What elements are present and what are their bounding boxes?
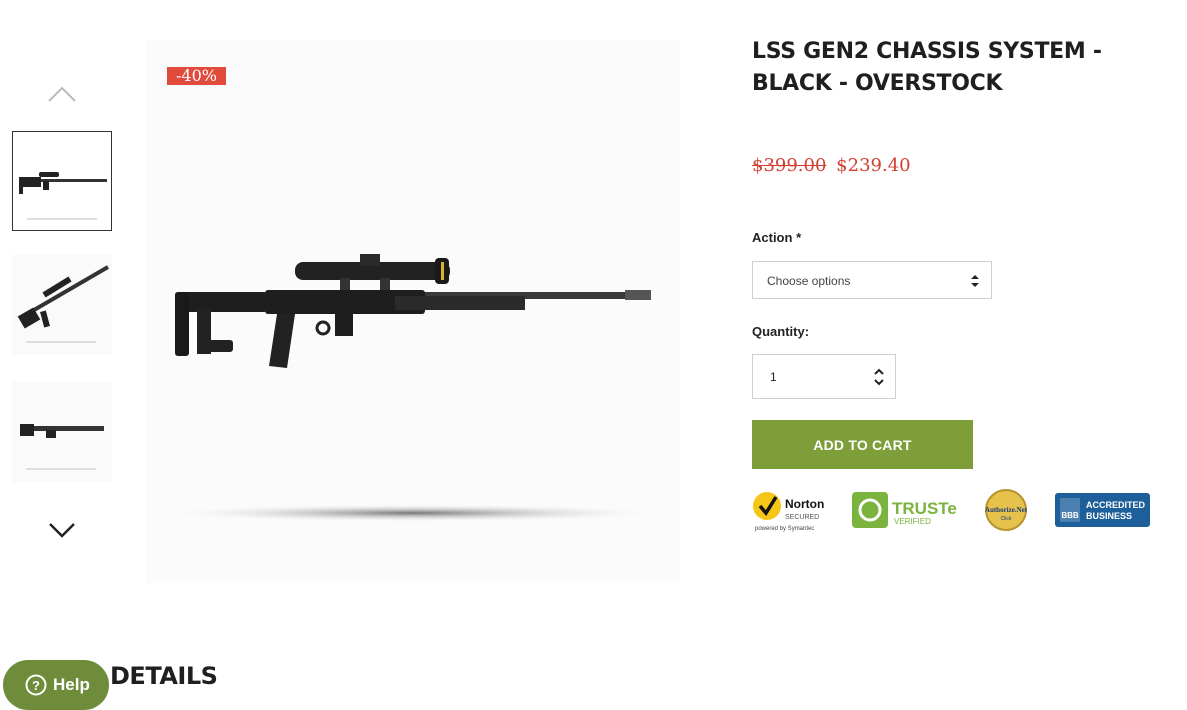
help-button[interactable]: ? Help [3,660,109,710]
select-arrows-icon [971,275,979,287]
bbb-accredited-badge[interactable]: BBB ACCREDITED BUSINESS [1055,488,1150,532]
action-select[interactable]: Choose options [752,261,992,299]
truste-verified-badge[interactable]: TRUSTe VERIFIED [852,488,958,532]
decrement-icon[interactable] [873,378,885,386]
chevron-down-icon [49,523,75,538]
svg-text:BBB: BBB [1061,511,1079,520]
action-label-text: Action [752,230,793,245]
product-title: LSS GEN2 CHASSIS SYSTEM - BLACK - OVERST… [752,39,1102,96]
quantity-label: Quantity: [752,324,810,339]
add-to-cart-button[interactable]: ADD TO CART [752,420,973,469]
rifle-angled-thumbnail-image [17,265,110,343]
question-circle-icon: ? [25,674,47,696]
required-marker: * [796,230,802,245]
sale-badge: -40% [167,67,226,85]
details-heading: DETAILS [110,662,218,690]
original-price: $399.00 [752,155,827,176]
svg-text:Norton: Norton [785,497,824,511]
norton-secured-badge[interactable]: Norton SECURED powered by Symantec [752,488,832,532]
increment-icon[interactable] [873,368,885,376]
svg-text:VERIFIED: VERIFIED [894,517,931,526]
svg-text:Click: Click [1001,516,1012,522]
svg-text:powered by Symantec: powered by Symantec [755,526,814,532]
main-product-image[interactable] [145,40,680,583]
svg-text:?: ? [32,678,40,693]
svg-text:ACCREDITED: ACCREDITED [1086,500,1146,510]
thumbnail-next-button[interactable] [46,520,78,540]
action-select-value: Choose options [767,274,851,288]
quantity-stepper[interactable]: 1 [752,354,896,399]
authorize-net-seal[interactable]: Authorize.Net Click [982,488,1030,532]
chevron-up-icon [48,86,76,102]
rifle-thumbnail-image [19,172,107,220]
svg-text:SECURED: SECURED [785,514,819,521]
action-label: Action * [752,230,801,245]
sale-price: $239.40 [836,155,911,176]
price-row: $399.00 $239.40 [752,155,911,176]
thumbnail-prev-button[interactable] [46,84,78,104]
help-label: Help [53,675,90,694]
thumbnail-1[interactable] [12,131,112,231]
chassis-thumbnail-image [20,424,104,470]
thumbnail-3[interactable] [12,382,112,482]
svg-text:Authorize.Net: Authorize.Net [985,506,1028,514]
rifle-image [158,254,668,522]
quantity-value[interactable]: 1 [770,370,777,384]
svg-text:BUSINESS: BUSINESS [1086,511,1132,521]
thumbnail-2[interactable] [12,255,112,355]
svg-text:TRUSTe: TRUSTe [892,499,957,518]
